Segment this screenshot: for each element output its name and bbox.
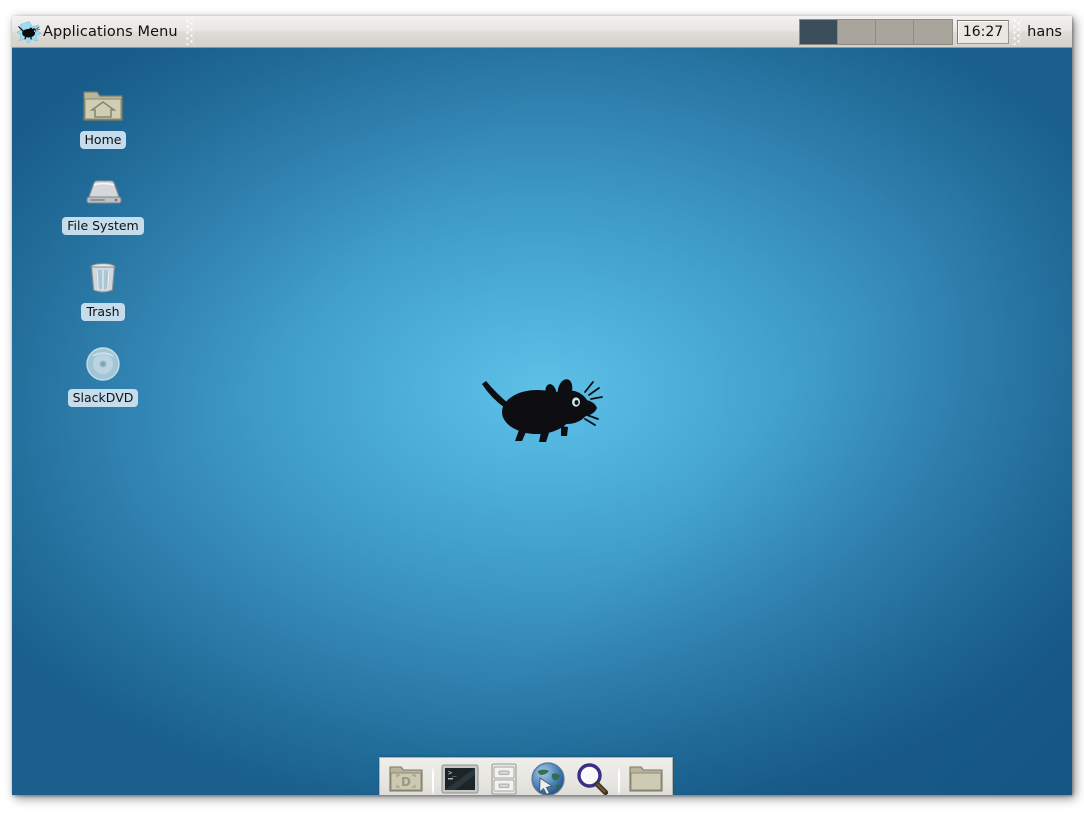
desktop-icon-trash[interactable]: Trash <box>62 256 144 321</box>
terminal-icon: >_ <box>441 763 479 796</box>
magnifier-search-icon <box>574 761 610 796</box>
desktop-icon-label: Trash <box>81 303 125 321</box>
applications-menu-button[interactable]: Applications Menu <box>12 17 184 47</box>
home-folder-icon <box>79 84 127 128</box>
show-desktop-folder-icon: D <box>388 763 424 796</box>
vertical-separator-icon <box>432 765 434 795</box>
bottom-dock-panel: D >_ <box>379 757 673 795</box>
trash-can-icon <box>79 256 127 300</box>
svg-text:>_: >_ <box>448 769 457 777</box>
optical-disc-icon <box>79 342 127 386</box>
hard-drive-icon <box>79 170 127 214</box>
desktop-icon-slackdvd[interactable]: SlackDVD <box>62 342 144 407</box>
folder-icon <box>628 764 664 796</box>
dock-item-open-folder[interactable] <box>626 761 666 796</box>
desktop-icon-file-system[interactable]: File System <box>62 170 144 235</box>
vertical-separator-icon-2 <box>618 765 620 795</box>
desktop-icon-label: Home <box>79 131 127 149</box>
file-cabinet-icon <box>489 762 519 796</box>
workspace-cell-1[interactable] <box>799 19 838 44</box>
workspace-cell-4[interactable] <box>913 19 952 44</box>
workspace-cell-2[interactable] <box>837 19 876 44</box>
svg-text:D: D <box>401 775 411 789</box>
desktop-icon-home[interactable]: Home <box>62 84 144 149</box>
dock-item-show-desktop[interactable]: D <box>386 761 426 796</box>
desktop-area[interactable]: Home File System Trash SlackDVD D >_ <box>12 48 1072 795</box>
desktop-screen: Applications Menu 16:27 hans Home File S… <box>12 16 1072 795</box>
xfce-mouse-silhouette-icon <box>475 364 605 446</box>
dock-item-web-browser[interactable] <box>528 761 568 795</box>
panel-drag-handle-icon-right[interactable] <box>1013 18 1022 45</box>
xfce-mouse-logo-icon <box>16 20 42 44</box>
dock-item-find-files[interactable] <box>572 761 612 796</box>
user-action-button[interactable]: hans <box>1023 24 1072 40</box>
desktop-icon-label: SlackDVD <box>67 389 139 407</box>
top-panel: Applications Menu 16:27 hans <box>12 16 1072 48</box>
workspace-switcher[interactable] <box>798 18 953 45</box>
globe-browser-icon <box>530 761 566 795</box>
dock-item-terminal[interactable]: >_ <box>440 761 480 796</box>
workspace-cell-3[interactable] <box>875 19 914 44</box>
applications-menu-label: Applications Menu <box>43 23 178 40</box>
desktop-icon-label: File System <box>62 217 144 235</box>
dock-item-file-manager[interactable] <box>484 761 524 796</box>
clock[interactable]: 16:27 <box>956 19 1010 44</box>
panel-drag-handle-icon[interactable] <box>185 18 194 45</box>
desktop-icon-grid: Home File System Trash SlackDVD <box>62 84 144 428</box>
